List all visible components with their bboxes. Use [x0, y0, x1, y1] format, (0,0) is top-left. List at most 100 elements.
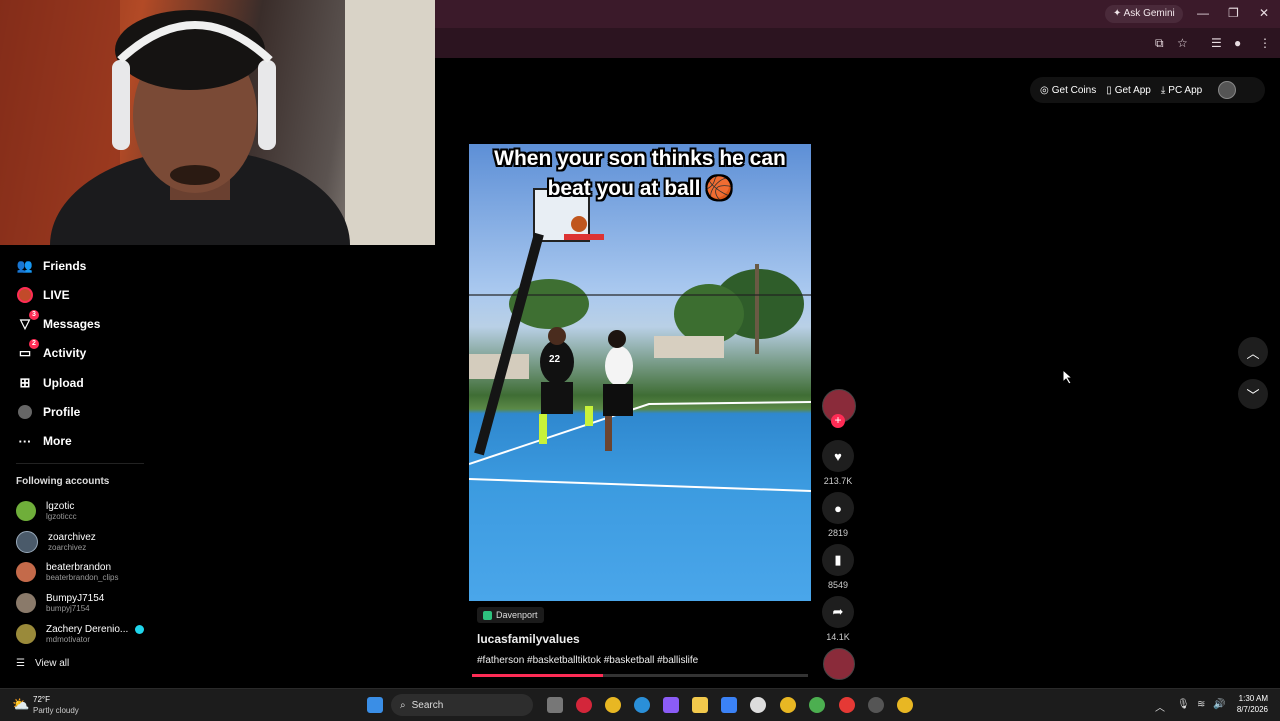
account-item[interactable]: zoarchivez zoarchivez [16, 529, 96, 555]
taskbar-search[interactable]: ⌕ Search [391, 694, 533, 716]
account-handle: mdmotivator [46, 635, 91, 644]
star-icon[interactable]: ☆ [1177, 36, 1188, 50]
clock-time[interactable]: 1:30 AM [1226, 694, 1268, 703]
follow-plus-icon[interactable]: + [831, 414, 845, 428]
account-item[interactable]: lgzotic lgzoticcc [16, 498, 77, 524]
avatar [16, 624, 36, 644]
sidebar-item-upload[interactable]: ⊞ Upload [16, 372, 84, 394]
search-label: Search [411, 699, 444, 711]
view-all-link[interactable]: ☰ View all [16, 658, 69, 669]
download-icon: ⤓ [1160, 84, 1166, 96]
sidebar-item-profile[interactable]: Profile [16, 401, 80, 423]
sidebar-item-messages[interactable]: ▽ 3 Messages [16, 310, 100, 335]
edge-icon[interactable] [634, 697, 650, 713]
more-icon: ··· [18, 433, 32, 449]
pc-app-label: PC App [1168, 84, 1203, 96]
sidebar-item-activity[interactable]: ▭ 2 Activity [16, 339, 86, 364]
friends-icon: 👥 [16, 258, 34, 273]
chrome-active-icon[interactable] [897, 697, 913, 713]
video-username[interactable]: lucasfamilyvalues [477, 632, 580, 646]
chrome-profile-icon[interactable] [780, 697, 796, 713]
chrome-profile-icon[interactable] [839, 697, 855, 713]
sidebar-item-more[interactable]: ··· More [16, 430, 72, 452]
like-button[interactable]: ♥ [822, 440, 854, 472]
top-actions-bar: ◎ Get Coins ▯ Get App ⤓ PC App [1030, 77, 1265, 103]
location-label: Davenport [496, 610, 538, 620]
video-player[interactable]: 22 When your son thinks he can beat you … [469, 144, 811, 601]
video-progress-fill [472, 674, 604, 677]
sidebar-item-label: Friends [43, 259, 87, 273]
comment-count: 2819 [827, 528, 849, 538]
opera-icon[interactable] [576, 697, 592, 713]
account-name: zoarchivez [48, 532, 96, 543]
list-icon: ☰ [16, 658, 25, 669]
store-icon[interactable] [721, 697, 737, 713]
pc-app-button[interactable]: ⤓ PC App [1161, 85, 1202, 96]
sidebar-item-live[interactable]: LIVE [16, 284, 70, 306]
browser-title-bar: ✦ Ask Gemini — ❐ ✕ [435, 0, 1280, 28]
comment-button[interactable]: ● [822, 492, 854, 524]
browser-toolbar: ⧉ ☆ ☰ ● ⋮ [435, 28, 1280, 58]
previous-video-button[interactable]: ︿ [1238, 337, 1268, 367]
sparkle-icon: ✦ [1113, 8, 1122, 19]
music-disc-icon[interactable] [823, 648, 855, 680]
avatar [16, 562, 36, 582]
live-icon [16, 286, 34, 304]
video-frame [469, 188, 811, 492]
profile-avatar-icon [16, 403, 34, 421]
user-avatar[interactable] [1218, 81, 1237, 99]
clock-date[interactable]: 8/7/2026 [1226, 705, 1268, 714]
minimize-icon[interactable]: — [1197, 6, 1209, 20]
task-view-icon[interactable] [547, 697, 563, 713]
restore-icon[interactable]: ❐ [1228, 6, 1239, 20]
obs-icon[interactable] [868, 697, 884, 713]
get-coins-button[interactable]: ◎ Get Coins [1040, 85, 1096, 96]
video-hashtags[interactable]: #fatherson #basketballtiktok #basketball… [477, 655, 698, 666]
chrome-profile-icon[interactable] [809, 697, 825, 713]
taskbar: ⛅ 72°F Partly cloudy ⌕ Search ︿ 🎙 ≋ 🔊 1:… [0, 688, 1280, 721]
wifi-icon[interactable]: ≋ [1197, 699, 1205, 710]
caption-line-2: beat you at ball 🏀 [547, 177, 733, 200]
divider [16, 463, 144, 464]
tab-search-icon[interactable]: ☰ [1211, 36, 1222, 50]
microphone-icon[interactable]: 🎙 [1177, 699, 1190, 710]
ask-gemini-button[interactable]: ✦ Ask Gemini [1105, 5, 1183, 23]
cast-icon[interactable]: ⧉ [1155, 36, 1164, 51]
video-caption: When your son thinks he can beat you at … [469, 144, 811, 204]
chevron-down-icon: ﹀ [1246, 387, 1260, 403]
account-item[interactable]: beaterbrandon beaterbrandon_clips [16, 559, 119, 585]
start-icon[interactable] [367, 697, 383, 713]
view-all-label: View all [34, 658, 70, 669]
messages-badge: 3 [29, 310, 39, 320]
video-progress-bar[interactable] [472, 674, 808, 677]
location-tag[interactable]: Davenport [477, 607, 544, 623]
file-explorer-icon[interactable] [692, 697, 708, 713]
weather-temp: 72°F [33, 695, 50, 704]
get-app-button[interactable]: ▯ Get App [1106, 85, 1151, 96]
like-count: 213.7K [823, 476, 853, 486]
share-button[interactable]: ➦ [822, 596, 854, 628]
menu-icon[interactable]: ⋮ [1259, 36, 1271, 50]
chrome-icon[interactable] [605, 697, 621, 713]
sidebar-item-label: Upload [43, 376, 84, 390]
sidebar-item-friends[interactable]: 👥 Friends [16, 255, 86, 277]
save-count: 8549 [827, 580, 849, 590]
app-icon[interactable] [750, 697, 766, 713]
chevron-up-icon[interactable]: ︿ [1155, 699, 1165, 714]
coin-icon: ◎ [1040, 84, 1049, 96]
volume-icon[interactable]: 🔊 [1213, 699, 1225, 710]
webcam-person-image [0, 0, 435, 245]
sidebar-item-label: Profile [43, 405, 81, 419]
account-item[interactable]: BumpyJ7154 bumpyj7154 [16, 590, 104, 616]
search-icon: ⌕ [400, 699, 406, 711]
following-accounts-title: Following accounts [16, 476, 110, 487]
share-count: 14.1K [826, 632, 850, 642]
caption-line-1: When your son thinks he can [494, 147, 786, 170]
close-icon[interactable]: ✕ [1259, 6, 1269, 20]
profile-icon[interactable]: ● [1234, 36, 1241, 50]
account-item[interactable]: Zachery Derenio... mdmotivator [16, 621, 145, 647]
next-video-button[interactable]: ﹀ [1238, 379, 1268, 409]
save-button[interactable]: ▮ [822, 544, 854, 576]
copilot-icon[interactable] [663, 697, 679, 713]
comment-icon: ● [834, 500, 842, 516]
